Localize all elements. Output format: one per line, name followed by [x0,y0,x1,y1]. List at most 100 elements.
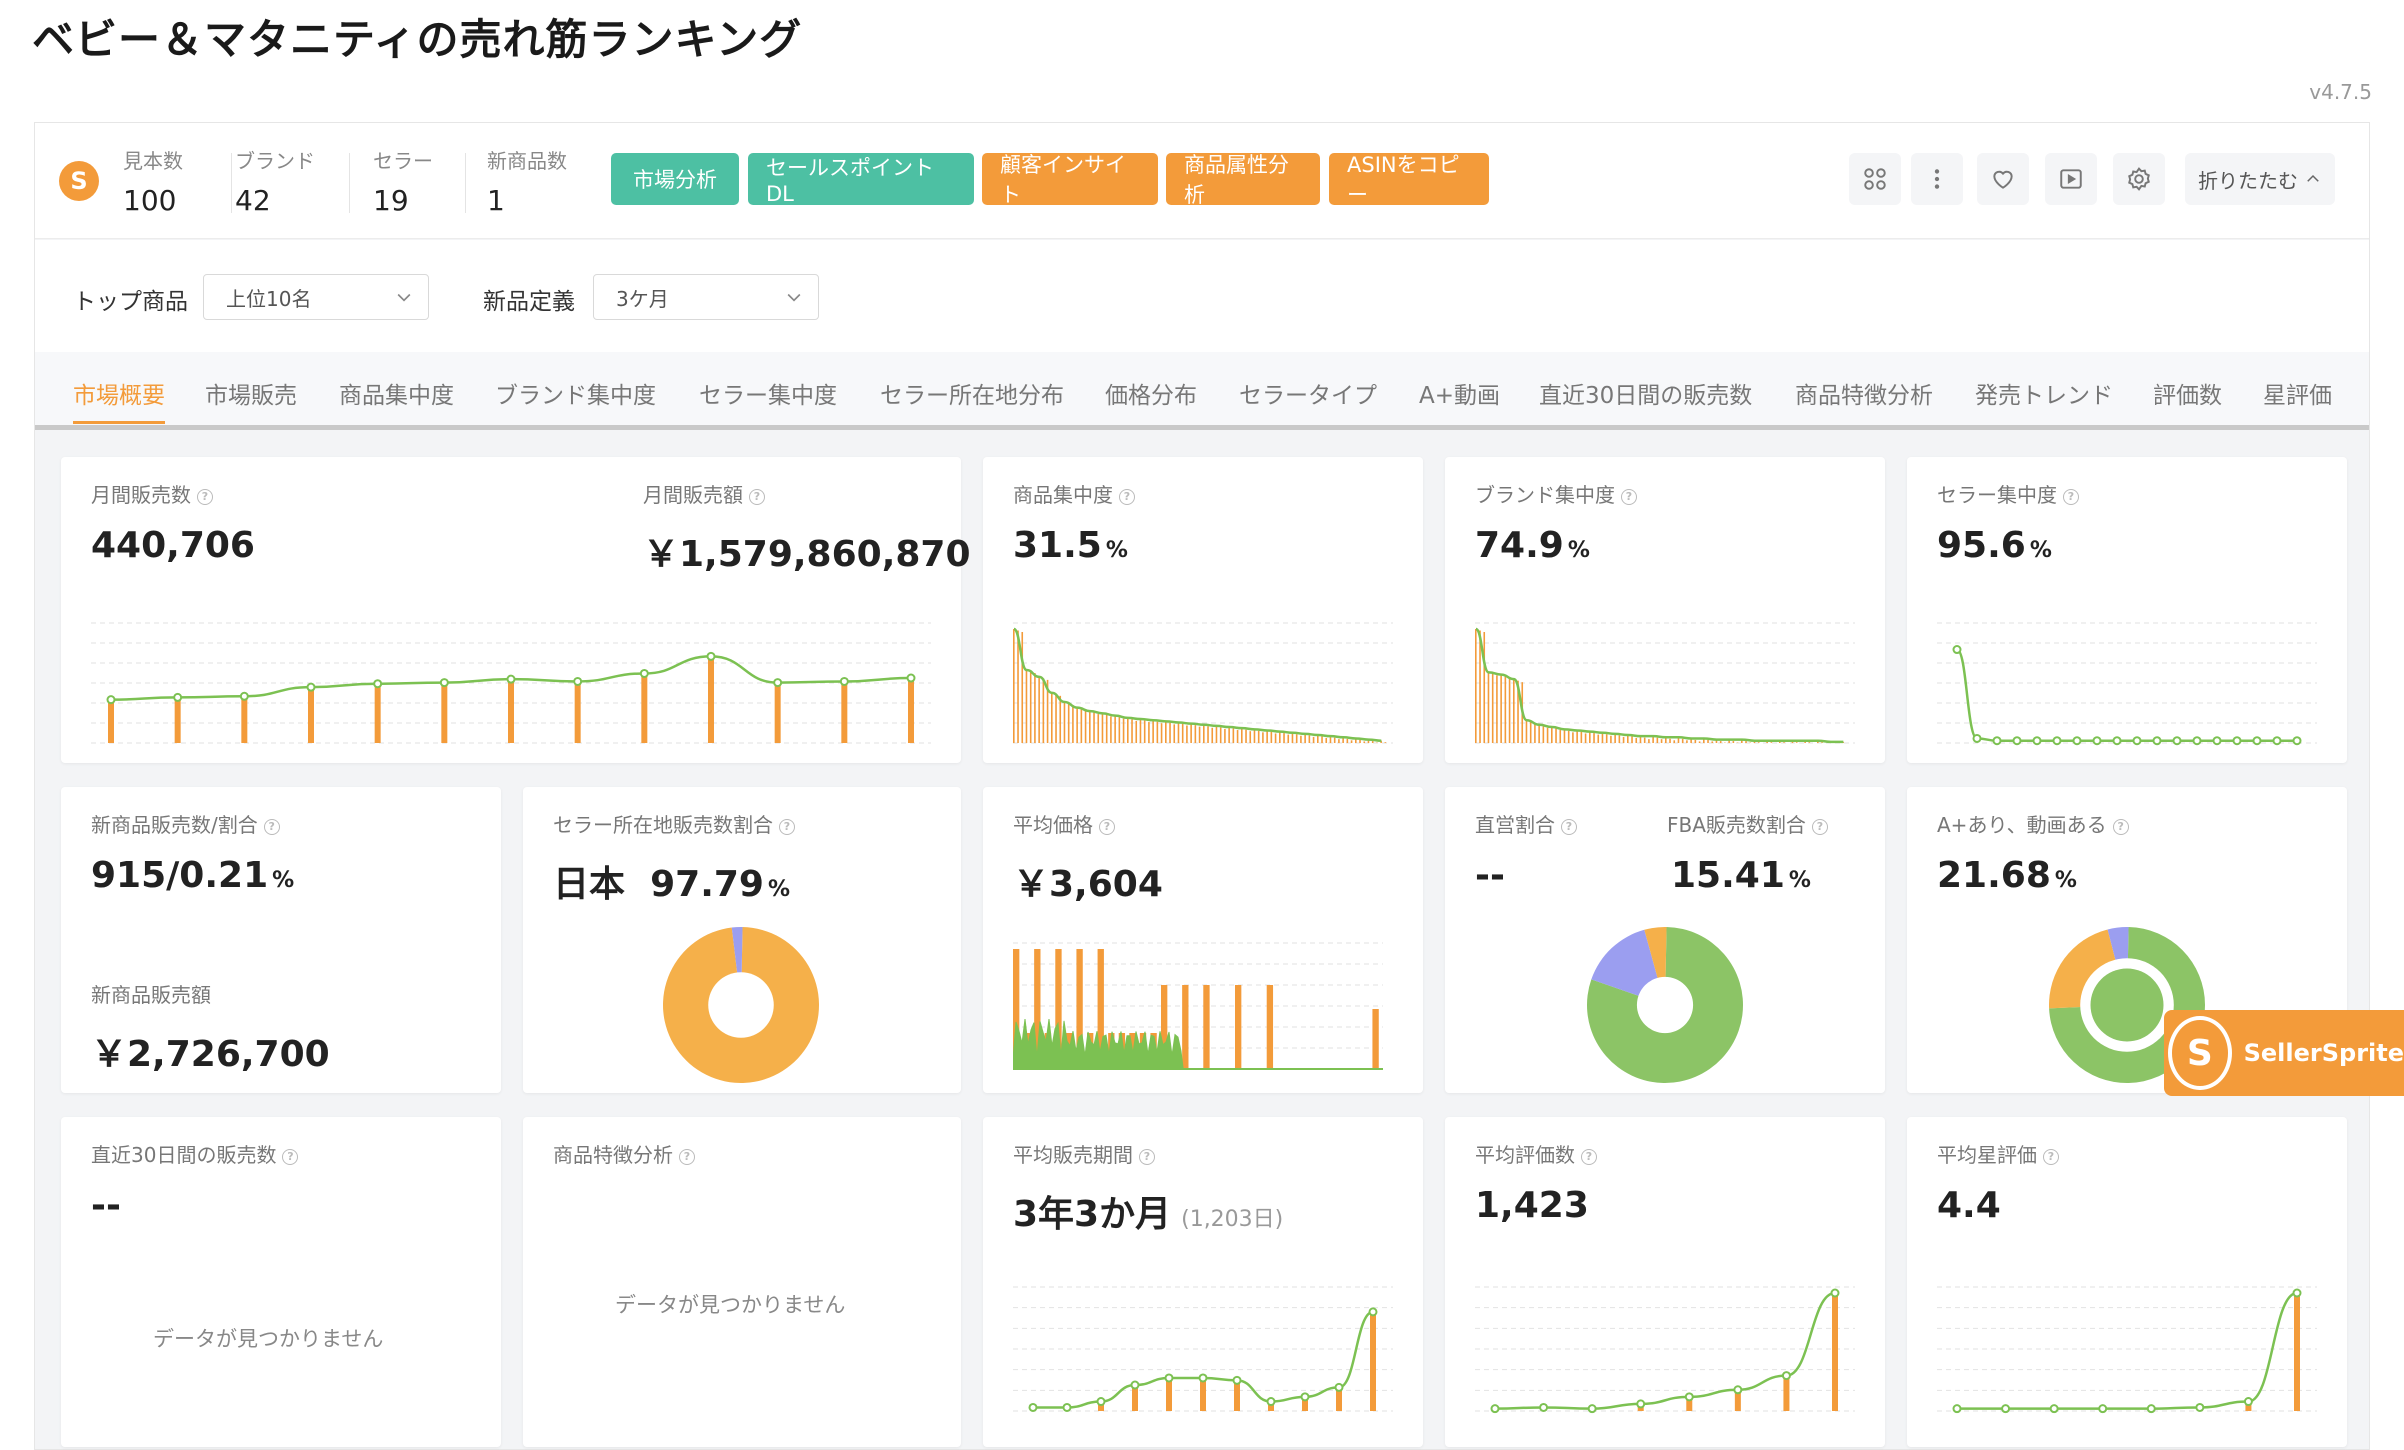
aplus-value: 21.68% [1937,855,2077,896]
bar [1487,672,1490,743]
bar [1127,717,1129,743]
sellersprite-badge[interactable]: S SellerSprite [2164,1010,2404,1096]
stat-sellers: セラー 19 [373,145,433,217]
card-title: セラー集中度? [1937,479,2079,508]
bar [1500,674,1502,743]
point [2072,736,2082,746]
point [373,679,383,689]
bar [1139,719,1142,743]
bar [1283,733,1285,743]
bar [1135,720,1138,743]
copy-asin-button[interactable]: ASINをコピー [1329,153,1489,207]
stat-value: 1 [487,184,505,217]
tab-seller-type[interactable]: セラータイプ [1239,376,1377,410]
new-definition-select[interactable]: 3ケ月 [593,274,819,320]
tab-recent-30-days[interactable]: 直近30日間の販売数 [1539,376,1752,410]
bar [1308,735,1311,743]
bar [1080,709,1083,743]
point [173,692,183,702]
select-value: 3ケ月 [616,286,669,311]
bar [1148,722,1150,743]
bar [1648,739,1650,743]
bar [908,678,914,743]
sellersprite-logo-icon: S [2168,1016,2232,1090]
bar [1698,741,1701,743]
bar [1042,678,1045,743]
collapse-button[interactable]: 折りたたむ [2185,153,2335,205]
bar [1370,1311,1376,1411]
bar [1325,738,1328,743]
tab-feature-analysis[interactable]: 商品特徴分析 [1795,376,1933,410]
brand-concentration-value: 74.9% [1475,525,1590,566]
bar [1207,726,1209,743]
point [306,682,316,692]
point [906,673,916,683]
chevron-down-icon [397,293,411,302]
seller-concentration-card: セラー集中度? 95.6% [1907,457,2347,763]
bar [1295,734,1298,743]
seller-concentration-value: 95.6% [1937,525,2052,566]
command-icon[interactable] [1849,153,1901,205]
tab-seller-concentration[interactable]: セラー集中度 [699,376,837,410]
play-icon[interactable] [2045,153,2097,205]
brand-concentration-chart [1475,622,1855,744]
tab-price-distribution[interactable]: 価格分布 [1105,376,1197,410]
bar [1266,730,1268,743]
seller-location-card: セラー所在地販売数割合? 日本 97.79% [523,787,961,1093]
bar [1643,737,1646,743]
bar [774,682,781,743]
direct-ratio-value: -- [1475,855,1505,896]
collapse-label: 折りたたむ [2198,168,2298,193]
bar [1821,742,1823,743]
donut-inner [2090,968,2164,1042]
customer-insight-button[interactable]: 顧客インサイト [982,153,1158,207]
settings-icon[interactable] [2113,153,2165,205]
point [2112,736,2122,746]
market-overview-panel: S 見本数 100 ブランド 42 セラー 19 新商品数 1 市場分析 セール… [34,122,2370,1450]
monthly-sales-card: 月間販売数? 440,706 月間販売額? ￥1,579,860,870 [61,457,971,763]
bar [1262,732,1264,743]
bar [1072,704,1074,743]
tab-launch-trend[interactable]: 発売トレンド [1975,376,2113,410]
heart-icon[interactable] [1977,153,2029,205]
bar [1618,735,1621,743]
bar [1257,730,1260,743]
tab-seller-location[interactable]: セラー所在地分布 [880,376,1064,410]
more-vertical-icon[interactable] [1911,153,1963,205]
point [439,678,449,688]
point [2292,736,2302,746]
point [2146,1404,2156,1414]
stat-label: 新商品数 [487,149,567,173]
tab-market-sales[interactable]: 市場販売 [205,376,297,410]
bar [1181,723,1184,743]
chevron-down-icon [787,293,801,302]
badge-label: SellerSprite [2243,1039,2404,1067]
bar [1321,736,1323,743]
average-rating-value: 4.4 [1937,1185,2001,1226]
bar [1372,1009,1379,1069]
stat-label: セラー [373,149,433,173]
attribute-analysis-button[interactable]: 商品属性分析 [1166,153,1320,207]
tab-market-overview[interactable]: 市場概要 [73,376,165,424]
bar [1177,722,1180,743]
stat-brands: ブランド 42 [235,145,315,217]
point [2001,1404,2011,1414]
bar [1707,739,1709,743]
stat-value: 19 [373,184,409,217]
donut-hole [1636,976,1694,1034]
tab-review-count[interactable]: 評価数 [2153,376,2222,410]
stat-value: 42 [235,184,271,217]
market-analysis-button[interactable]: 市場分析 [611,153,739,205]
point [773,678,783,688]
tab-product-concentration[interactable]: 商品集中度 [339,376,454,410]
seller-concentration-chart [1937,622,2317,746]
tab-star-rating[interactable]: 星評価 [2263,376,2332,410]
bar [1055,694,1057,743]
bar [1491,673,1494,743]
card-title: 新商品販売額 [91,983,211,1007]
sales-point-dl-button[interactable]: セールスポイントDL [748,153,974,206]
tab-aplus-video[interactable]: A+動画 [1419,376,1500,410]
top-products-select[interactable]: 上位10名 [203,274,429,320]
tab-brand-concentration[interactable]: ブランド集中度 [495,376,656,410]
bar [1110,716,1112,743]
